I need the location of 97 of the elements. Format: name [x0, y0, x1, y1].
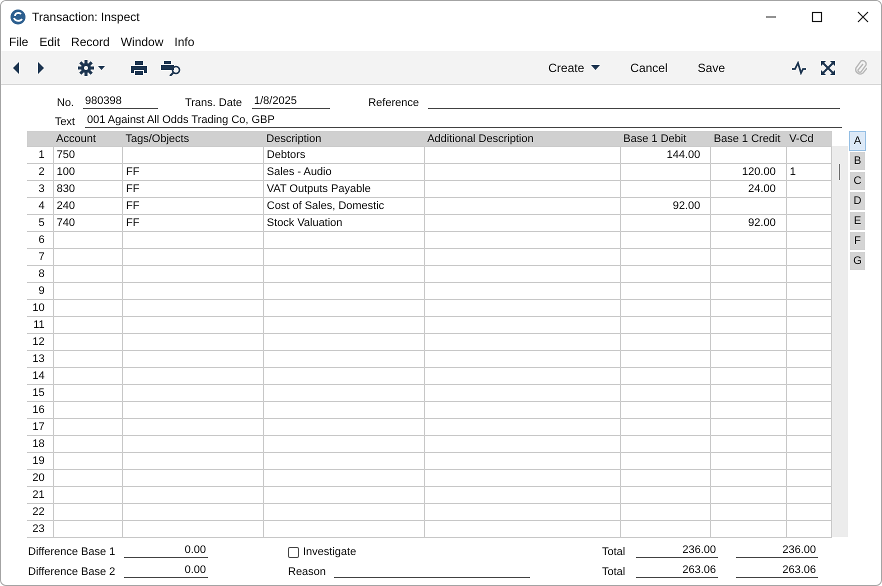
row-number: 7: [27, 248, 54, 266]
table-cell: Cost of Sales, Domestic: [263, 198, 424, 214]
field-label: Total: [602, 566, 626, 578]
tab[interactable]: E: [849, 211, 866, 231]
row-number: 15: [27, 384, 54, 402]
column-header: Account: [53, 131, 123, 146]
field-label: Trans. Date: [184, 97, 242, 109]
row-number: 1: [27, 146, 54, 164]
column-header: Additional Description: [424, 131, 620, 146]
row-number: 6: [27, 232, 54, 248]
amount-field[interactable]: 0.00: [124, 564, 208, 578]
table-cell: Debtors: [263, 146, 424, 164]
total-field[interactable]: 263.06: [636, 564, 718, 578]
row-number: 9: [27, 282, 54, 300]
row-number: 17: [27, 418, 54, 436]
printer-icon[interactable]: [130, 60, 148, 76]
field-label: No.: [56, 97, 74, 109]
caret-icon: [591, 65, 600, 70]
menu-item[interactable]: File: [9, 35, 28, 49]
row-number: 19: [27, 452, 54, 470]
previous-icon[interactable]: [11, 60, 21, 74]
text-field[interactable]: 001 Against All Odds Trading Co, GBP: [85, 114, 842, 128]
total-field[interactable]: 236.00: [736, 544, 818, 558]
table-cell: 240: [53, 198, 123, 214]
table-cell: FF: [122, 198, 264, 214]
row-number: 22: [27, 504, 54, 520]
row-number: 10: [27, 300, 54, 316]
table-cell: FF: [122, 180, 264, 198]
number-field[interactable]: 980398: [83, 95, 158, 109]
field-label: Reference: [367, 97, 419, 109]
table-cell: 24.00: [710, 180, 786, 198]
table-cell: 144.00: [620, 146, 711, 164]
expand-icon[interactable]: [821, 60, 835, 74]
table-cell: 100: [53, 164, 123, 180]
next-icon[interactable]: [36, 60, 46, 74]
table-cell: 92.00: [710, 214, 786, 232]
row-number: 23: [27, 520, 54, 538]
row-number: 11: [27, 316, 54, 334]
toolbar-button[interactable]: Save: [690, 60, 733, 74]
settings-icon[interactable]: [78, 60, 108, 76]
row-number: 14: [27, 368, 54, 384]
toolbar-button[interactable]: Cancel: [622, 60, 676, 74]
menu-button[interactable]: Create: [540, 60, 608, 74]
row-number: 5: [27, 214, 54, 232]
window-title: Transaction: Inspect: [32, 10, 140, 24]
field-label: Reason: [288, 566, 327, 578]
total-field[interactable]: 263.06: [736, 564, 818, 578]
date-field[interactable]: 1/8/2025: [252, 95, 330, 109]
menu-item[interactable]: Edit: [39, 35, 60, 49]
field-label: Difference Base 2: [28, 566, 116, 578]
table-cell: 740: [53, 214, 123, 232]
table-cell: VAT Outputs Payable: [263, 180, 424, 198]
tab[interactable]: B: [849, 151, 866, 171]
row-number: 21: [27, 486, 54, 504]
tab[interactable]: G: [849, 251, 866, 271]
field-label: Total: [602, 546, 626, 558]
pulse-icon[interactable]: [791, 60, 807, 74]
column-header: Tags/Objects: [122, 131, 264, 146]
maximize-icon[interactable]: [811, 11, 823, 23]
menu-item[interactable]: Record: [71, 35, 110, 49]
row-number: 2: [27, 164, 54, 180]
table-cell: FF: [122, 164, 264, 180]
tab[interactable]: F: [849, 231, 866, 251]
tab[interactable]: C: [849, 171, 866, 191]
checkbox[interactable]: [288, 547, 299, 558]
table-cell: 92.00: [620, 198, 711, 214]
field-label: Difference Base 1: [28, 546, 116, 558]
tab[interactable]: D: [849, 191, 866, 211]
row-number: 12: [27, 334, 54, 350]
print-preview-icon[interactable]: [160, 60, 182, 76]
table-cell: 120.00: [710, 164, 786, 180]
table-cell: Stock Valuation: [263, 214, 424, 232]
close-icon[interactable]: [857, 11, 869, 23]
row-number: 3: [27, 180, 54, 198]
table-cell: 750: [53, 146, 123, 164]
row-number: 20: [27, 470, 54, 486]
column-header: Base 1 Credit: [710, 131, 786, 146]
column-header: Description: [263, 131, 424, 146]
row-number: 18: [27, 436, 54, 452]
scrollbar[interactable]: [832, 146, 848, 537]
row-number: 8: [27, 266, 54, 282]
row-number: 4: [27, 198, 54, 214]
table-cell: Sales - Audio: [263, 164, 424, 180]
field-label: Text: [54, 116, 75, 128]
checkbox-label: Investigate: [303, 546, 356, 558]
row-number: 16: [27, 402, 54, 418]
menu-item[interactable]: Window: [120, 35, 164, 49]
column-header: Base 1 Debit: [620, 131, 711, 146]
table-cell: FF: [122, 214, 264, 232]
row-number: 13: [27, 350, 54, 368]
table-cell: 830: [53, 180, 123, 198]
amount-field[interactable]: 0.00: [124, 544, 208, 558]
app-logo-icon: [10, 9, 26, 25]
column-header: V-Cd: [786, 131, 832, 146]
tab[interactable]: A: [849, 131, 866, 151]
menu-item[interactable]: Info: [174, 35, 194, 49]
total-field[interactable]: 236.00: [636, 544, 718, 558]
